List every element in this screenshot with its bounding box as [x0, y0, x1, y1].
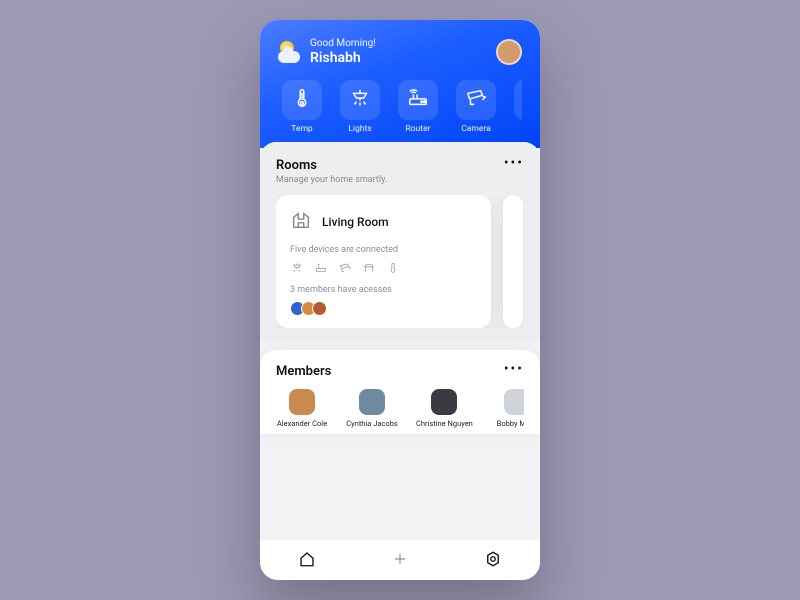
device-label: Camera [461, 124, 490, 134]
header: Good Morning! Rishabh Temp Lights [260, 20, 540, 148]
home-icon[interactable] [298, 550, 316, 572]
member-name: Bobby Marti [497, 419, 524, 428]
members-title: Members [276, 364, 331, 379]
members-row: Alexander Cole Cynthia Jacobs Christine … [276, 389, 524, 428]
add-button[interactable] [391, 550, 409, 572]
light-icon [349, 87, 371, 113]
member-item[interactable]: Christine Nguyen [416, 389, 473, 428]
username-text: Rishabh [310, 50, 486, 66]
thermometer-icon [386, 261, 400, 275]
router-icon [407, 87, 429, 113]
member-avatar [312, 301, 327, 316]
room-member-text: 3 members have acesses [290, 285, 477, 295]
header-top: Good Morning! Rishabh [278, 38, 522, 66]
room-device-text: Five devices are connected [290, 245, 477, 255]
members-section-head: Members ••• [276, 364, 524, 379]
member-face [289, 389, 315, 415]
light-icon [290, 261, 304, 275]
device-tile-next[interactable]: Fi [510, 80, 522, 134]
device-tile-temp[interactable]: Temp [278, 80, 326, 134]
device-row: Temp Lights Router Camera [278, 80, 522, 134]
rooms-title: Rooms [276, 158, 387, 173]
rooms-more-button[interactable]: ••• [504, 158, 524, 168]
members-panel: Members ••• Alexander Cole Cynthia Jacob… [260, 350, 540, 434]
table-icon [362, 261, 376, 275]
device-tile-lights[interactable]: Lights [336, 80, 384, 134]
room-cards: Living Room Five devices are connected 3… [276, 195, 524, 328]
room-member-avatars [290, 301, 477, 316]
device-label: Temp [291, 124, 312, 134]
rooms-subtitle: Manage your home smartly. [276, 175, 387, 185]
member-face [359, 389, 385, 415]
app-screen: Good Morning! Rishabh Temp Lights [260, 20, 540, 580]
member-item[interactable]: Bobby Marti [491, 389, 524, 428]
rooms-panel: Rooms Manage your home smartly. ••• Livi… [260, 142, 540, 340]
greeting-block: Good Morning! Rishabh [310, 38, 486, 66]
thermometer-icon [291, 87, 313, 113]
member-name: Cynthia Jacobs [346, 419, 397, 428]
bottom-nav [260, 540, 540, 580]
members-more-button[interactable]: ••• [504, 364, 524, 374]
router-icon [314, 261, 328, 275]
room-card-living-room[interactable]: Living Room Five devices are connected 3… [276, 195, 491, 328]
weather-icon [278, 41, 300, 63]
room-card-next[interactable] [503, 195, 523, 328]
device-tile-camera[interactable]: Camera [452, 80, 500, 134]
member-name: Christine Nguyen [416, 419, 473, 428]
room-device-icons [290, 261, 477, 275]
rooms-section-head: Rooms Manage your home smartly. ••• [276, 158, 524, 185]
settings-nut-icon[interactable] [484, 550, 502, 572]
device-label: Router [406, 124, 431, 134]
member-face [431, 389, 457, 415]
member-item[interactable]: Alexander Cole [276, 389, 328, 428]
member-name: Alexander Cole [277, 419, 327, 428]
member-item[interactable]: Cynthia Jacobs [346, 389, 398, 428]
device-tile-router[interactable]: Router [394, 80, 442, 134]
member-face [504, 389, 524, 415]
avatar[interactable] [496, 39, 522, 65]
living-room-icon [290, 209, 312, 235]
camera-icon [338, 261, 352, 275]
device-label: Lights [348, 124, 371, 134]
camera-icon [465, 87, 487, 113]
greeting-text: Good Morning! [310, 38, 486, 50]
room-name: Living Room [322, 215, 389, 229]
